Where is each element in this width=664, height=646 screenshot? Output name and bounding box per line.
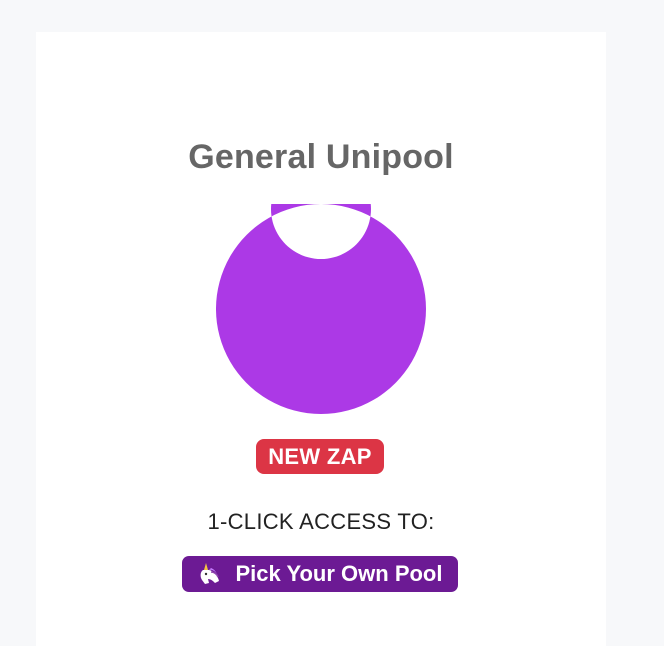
- access-label: 1-CLICK ACCESS TO:: [207, 509, 435, 534]
- zap-card: General Unipool NEW ZAP 1-CLICK ACCESS T…: [36, 32, 606, 646]
- donut-svg: [215, 159, 426, 414]
- new-zap-badge: NEW ZAP: [256, 439, 384, 474]
- card-title: General Unipool: [188, 138, 454, 176]
- allocation-donut-chart: [215, 159, 426, 414]
- pick-your-own-pool-label: Pick Your Own Pool: [235, 561, 443, 586]
- unicorn-icon: [197, 561, 223, 587]
- pick-your-own-pool-button[interactable]: Pick Your Own Pool: [182, 556, 458, 592]
